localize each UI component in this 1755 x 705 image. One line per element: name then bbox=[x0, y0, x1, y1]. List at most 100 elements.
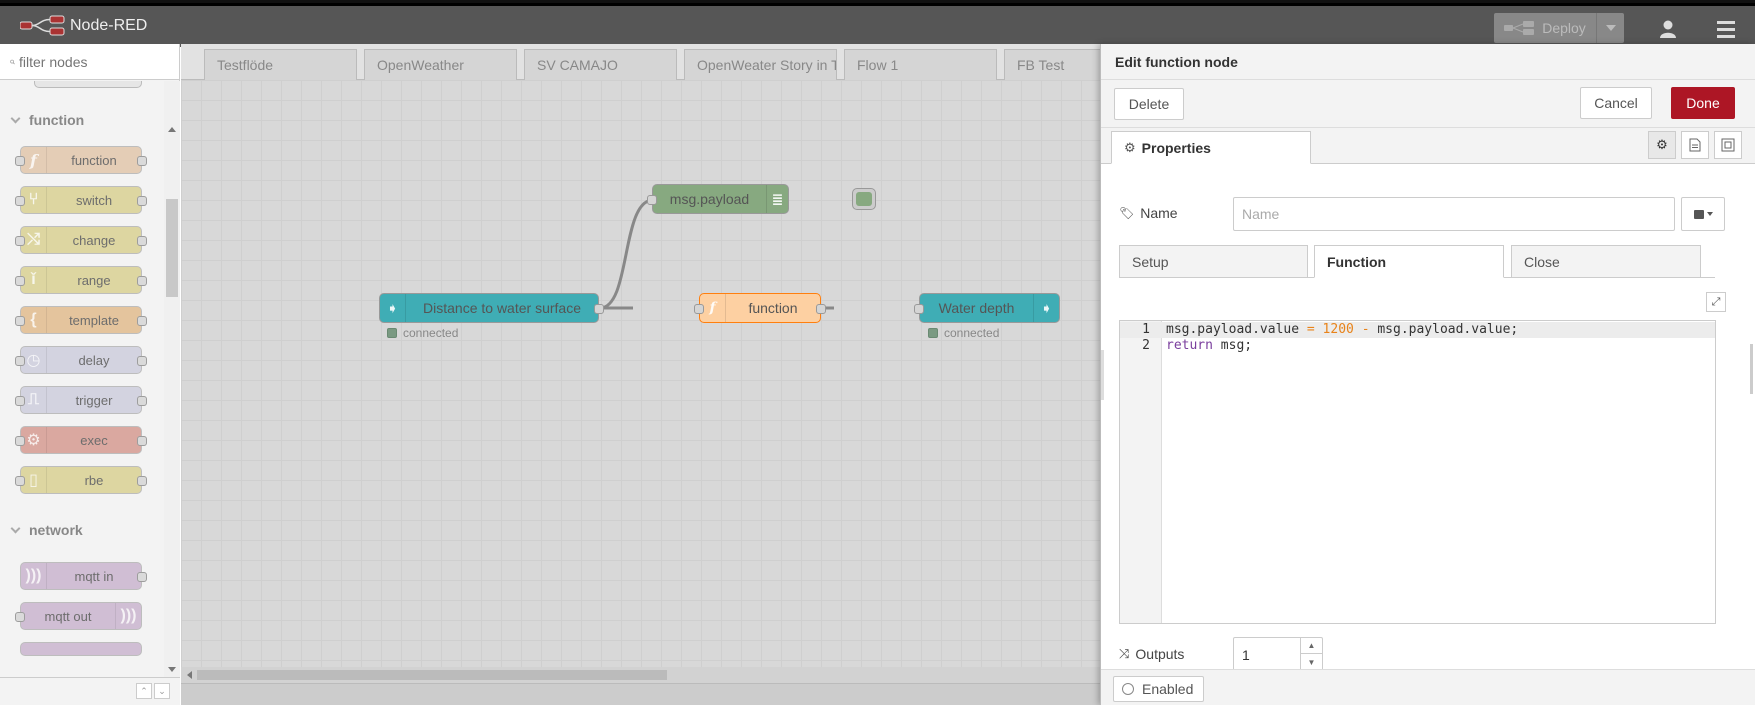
node-palette: function f function ⑂ switch ⤭ change ǐ … bbox=[0, 44, 180, 705]
file-icon bbox=[1689, 138, 1701, 152]
flow-node-output[interactable]: Water depth ➧ bbox=[914, 293, 1060, 323]
tag-icon: 🏷 bbox=[1119, 206, 1135, 220]
tab-flow-1[interactable]: Flow 1 bbox=[844, 49, 997, 80]
deploy-menu-toggle[interactable] bbox=[1597, 25, 1624, 31]
user-menu-button[interactable] bbox=[1650, 12, 1686, 46]
workspace-footer bbox=[181, 683, 1101, 705]
tray-footer: Enabled bbox=[1101, 669, 1755, 705]
deploy-button[interactable]: Deploy bbox=[1494, 13, 1624, 43]
tab-label: Properties bbox=[1141, 139, 1211, 156]
tab-openweater-story[interactable]: OpenWeater Story in T bbox=[684, 49, 837, 80]
category-function[interactable]: function bbox=[0, 100, 164, 140]
shuffle-icon: ⤨ bbox=[1119, 646, 1130, 661]
node-appearance-tab[interactable] bbox=[1714, 131, 1742, 159]
code-editor[interactable]: 1 msg.payload.value = 1200 - msg.payload… bbox=[1119, 320, 1716, 624]
status-dot bbox=[387, 328, 397, 338]
outputs-value[interactable]: 1 bbox=[1242, 647, 1250, 663]
workspace-scrollbar[interactable] bbox=[181, 667, 1101, 683]
collapse-all-icon[interactable]: ⌃ bbox=[136, 683, 152, 699]
palette-node-partial[interactable] bbox=[20, 642, 142, 656]
expand-all-icon[interactable]: ⌄ bbox=[154, 683, 170, 699]
palette-node-range[interactable]: ǐ range bbox=[15, 266, 147, 294]
palette-node-mqtt-in[interactable]: ))) mqtt in bbox=[20, 562, 147, 590]
palette-node-function[interactable]: f function bbox=[15, 146, 147, 174]
tray-title: Edit function node bbox=[1101, 44, 1755, 80]
stepper-buttons: ▲ ▼ bbox=[1300, 638, 1322, 669]
node-settings-tab[interactable]: ⚙ bbox=[1648, 131, 1676, 159]
palette-node-label: mqtt in bbox=[74, 568, 114, 584]
code-line[interactable]: 2 return msg; bbox=[1120, 338, 1715, 354]
name-field[interactable] bbox=[1233, 197, 1675, 231]
palette-node-exec[interactable]: ⚙ exec bbox=[15, 426, 147, 454]
tab-close[interactable]: Close bbox=[1511, 245, 1701, 278]
scroll-thumb[interactable] bbox=[197, 670, 667, 680]
flow-tabs: Testflöde OpenWeather SV CAMAJO OpenWeat… bbox=[181, 44, 1101, 80]
gear-icon: ⚙ bbox=[1124, 139, 1136, 155]
tab-setup[interactable]: Setup bbox=[1119, 245, 1308, 278]
palette-node-trigger[interactable]: ⎍ trigger bbox=[15, 386, 147, 414]
status-text: connected bbox=[403, 326, 459, 340]
tab-sv-camajo[interactable]: SV CAMAJO bbox=[524, 49, 677, 80]
code-line[interactable]: 1 msg.payload.value = 1200 - msg.payload… bbox=[1120, 322, 1715, 338]
palette-node-template[interactable]: { template bbox=[15, 306, 147, 334]
cancel-button[interactable]: Cancel bbox=[1580, 87, 1652, 119]
palette-node-partial[interactable] bbox=[34, 81, 142, 88]
scroll-left-icon[interactable] bbox=[187, 671, 192, 679]
done-button[interactable]: Done bbox=[1671, 87, 1735, 119]
palette-node-change[interactable]: ⤭ change bbox=[15, 226, 147, 254]
filter-nodes-input[interactable] bbox=[19, 53, 179, 70]
hamburger-icon bbox=[1717, 20, 1735, 24]
stepper-up-icon[interactable]: ▲ bbox=[1301, 638, 1322, 654]
wire[interactable] bbox=[599, 198, 654, 310]
main-menu-button[interactable] bbox=[1708, 12, 1744, 46]
palette-node-label: range bbox=[77, 272, 111, 288]
flow-node-label: Distance to water surface bbox=[423, 300, 581, 316]
enabled-toggle[interactable]: Enabled bbox=[1113, 676, 1205, 702]
app-logo: Node-RED bbox=[20, 15, 147, 37]
palette-node-switch[interactable]: ⑂ switch bbox=[15, 186, 147, 214]
list-icon: ≣ bbox=[766, 185, 788, 213]
palette-filter bbox=[0, 44, 179, 80]
deploy-main[interactable]: Deploy bbox=[1494, 13, 1597, 43]
delete-button[interactable]: Delete bbox=[1114, 88, 1184, 120]
flow-node-label: msg.payload bbox=[669, 191, 750, 207]
line-gutter bbox=[1120, 321, 1162, 623]
library-button[interactable] bbox=[1681, 197, 1725, 231]
input-arrow-icon: ➧ bbox=[380, 294, 406, 322]
expand-editor-button[interactable]: ⤢ bbox=[1706, 292, 1726, 312]
category-network[interactable]: network bbox=[0, 510, 164, 550]
palette-node-delay[interactable]: ◷ delay bbox=[15, 346, 147, 374]
palette-footer: ⌃ ⌄ bbox=[0, 677, 180, 705]
flow-node-label: function bbox=[748, 300, 798, 316]
palette-node-mqtt-out[interactable]: mqtt out ))) bbox=[15, 602, 142, 630]
tab-fb-test[interactable]: FB Test bbox=[1004, 49, 1101, 80]
scroll-thumb[interactable] bbox=[166, 199, 178, 297]
status-text: connected bbox=[944, 326, 1000, 340]
flow-canvas[interactable]: msg.payload ≣ ➧ Distance to water surfac… bbox=[181, 80, 1101, 667]
status-dot bbox=[928, 328, 938, 338]
chevron-down-icon bbox=[10, 113, 21, 124]
tab-function[interactable]: Function bbox=[1314, 245, 1504, 278]
tray-resize-handle[interactable] bbox=[1101, 350, 1104, 400]
stepper-down-icon[interactable]: ▼ bbox=[1301, 654, 1322, 669]
chevron-down-icon bbox=[1605, 25, 1616, 31]
node-description-tab[interactable] bbox=[1681, 131, 1709, 159]
code-text: return msg; bbox=[1166, 338, 1253, 353]
flow-node-input[interactable]: ➧ Distance to water surface bbox=[379, 293, 604, 323]
tray-scrollbar[interactable] bbox=[1747, 44, 1755, 705]
chevron-down-icon bbox=[10, 523, 21, 534]
scroll-down-icon[interactable] bbox=[168, 667, 176, 672]
scroll-up-icon[interactable] bbox=[168, 127, 176, 132]
header-bar: Node-RED Deploy bbox=[0, 0, 1755, 47]
palette-node-label: switch bbox=[75, 192, 113, 208]
flow-node-debug[interactable]: msg.payload ≣ bbox=[647, 184, 789, 214]
flow-node-function[interactable]: f function bbox=[694, 293, 826, 323]
tab-properties[interactable]: ⚙ Properties bbox=[1111, 131, 1311, 164]
flow-node-label: Water depth bbox=[938, 300, 1015, 316]
debug-toggle-button[interactable] bbox=[852, 188, 876, 210]
tab-testflode[interactable]: Testflöde bbox=[204, 49, 357, 80]
tab-openweather[interactable]: OpenWeather bbox=[364, 49, 517, 80]
outputs-stepper[interactable]: 1 ▲ ▼ bbox=[1233, 637, 1323, 669]
palette-scrollbar[interactable] bbox=[164, 81, 180, 677]
palette-node-rbe[interactable]: ▯ rbe bbox=[15, 466, 147, 494]
